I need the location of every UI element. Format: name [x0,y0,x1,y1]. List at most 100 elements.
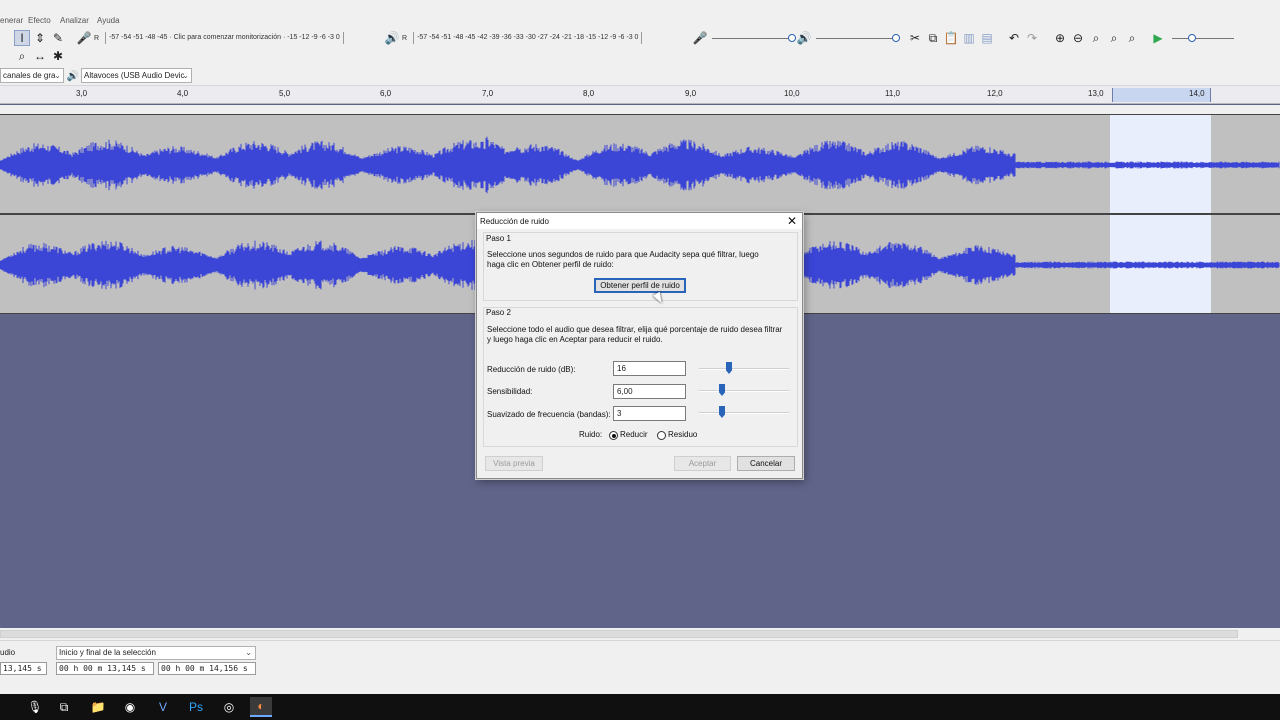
sensitivity-input[interactable]: 6,00 [613,384,686,399]
residue-radio-label[interactable]: Residuo [668,430,697,440]
step2-text-line1: Seleccione todo el audio que desea filtr… [487,325,783,334]
slider-thumb[interactable] [892,34,900,42]
frequency-smoothing-slider[interactable] [699,406,789,420]
menu-effect[interactable]: Efecto [28,16,51,25]
ruler-tick: 6,0 [380,89,392,98]
selection-tool-icon[interactable]: I [14,30,30,46]
slider-thumb[interactable] [719,384,725,396]
photoshop-icon[interactable]: Ps [185,697,207,717]
selection-start-value: 00 h 00 m 13,145 s [59,664,146,673]
channels-value: canales de gra [3,71,56,80]
ruler-tick: 5,0 [279,89,291,98]
ruler-tick: 10,0 [784,89,800,98]
slider-track [712,38,796,39]
zoom-tool-icon[interactable]: ⌕ [14,48,30,64]
cancel-button[interactable]: Cancelar [737,456,795,471]
speaker-volume-icon: 🔊 [796,31,812,45]
task-view-icon[interactable]: ⧉ [53,697,75,717]
chrome-icon[interactable]: ◉ [119,697,141,717]
speaker-icon[interactable]: 🔊 [384,30,400,46]
silence-icon[interactable]: ▤ [979,30,995,46]
sensitivity-value: 6,00 [617,387,633,396]
chevron-down-icon: ⌄ [182,71,189,80]
selection-mode-select[interactable]: Inicio y final de la selección ⌄ [56,646,256,660]
zoom-out-icon[interactable]: ⊖ [1070,30,1086,46]
ruler-tick: 13,0 [1088,89,1104,98]
selection-end-time[interactable]: 00 h 00 m 14,156 s [158,662,256,675]
get-noise-profile-button[interactable]: Obtener perfil de ruido [594,278,686,293]
noise-reduction-value: 16 [617,364,626,373]
step1-text-line1: Seleccione unos segundos de ruido para q… [487,250,759,259]
record-meter-letter: R [94,34,100,42]
playback-meter[interactable]: R -57 -54 -51 -48 -45 -42 -39 -36 -33 -3… [402,31,682,45]
chevron-down-icon: ⌄ [245,648,252,657]
record-meter-scale: -57 -54 -51 -48 -45 · Clic para comenzar… [105,32,344,44]
play-at-speed-icon[interactable]: ▶ [1150,30,1166,46]
copy-icon[interactable]: ⧉ [925,30,941,46]
menu-analyze[interactable]: Analizar [60,16,89,25]
step1-text-line2: haga clic en Obtener perfil de ruido: [487,260,614,269]
multi-tool-icon[interactable]: ✱ [50,48,66,64]
chevron-down-icon: ⌄ [54,71,61,80]
microphone-icon[interactable]: 🎤 [76,30,92,46]
paste-icon[interactable]: 📋 [943,30,959,46]
fit-selection-icon[interactable]: ⌕ [1088,30,1104,46]
recording-volume-slider[interactable] [712,33,796,43]
menu-help[interactable]: Ayuda [97,16,120,25]
ruler-tick: 4,0 [177,89,189,98]
selection-mode-value: Inicio y final de la selección [59,648,156,657]
timeshift-tool-icon[interactable]: ↔ [32,48,48,64]
reduce-radio[interactable] [609,431,618,440]
undo-icon[interactable]: ↶ [1006,30,1022,46]
file-explorer-icon[interactable]: 📁 [87,697,109,717]
ok-button[interactable]: Aceptar [674,456,731,471]
step1-label: Paso 1 [486,234,511,243]
noise-reduction-input[interactable]: 16 [613,361,686,376]
zoom-toggle-icon[interactable]: ⌕ [1124,30,1140,46]
slider-thumb[interactable] [788,34,796,42]
audacity-icon[interactable]: ◐ [250,697,272,717]
close-icon[interactable]: ✕ [786,214,798,228]
audio-position-time[interactable]: 13,145 s [0,662,47,675]
envelope-tool-icon[interactable]: ⇕ [32,30,48,46]
zoom-in-icon[interactable]: ⊕ [1052,30,1068,46]
output-device-select[interactable]: Altavoces (USB Audio Devic ⌄ [81,68,192,83]
fit-project-icon[interactable]: ⌕ [1106,30,1122,46]
menu-bar: enerar Efecto Analizar Ayuda [0,0,1280,28]
slider-thumb[interactable] [1188,34,1196,42]
residue-radio[interactable] [657,431,666,440]
ruler-tick: 3,0 [76,89,88,98]
slider-track [1172,38,1234,39]
frequency-smoothing-input[interactable]: 3 [613,406,686,421]
timeline-ruler[interactable]: 3,0 4,0 5,0 6,0 7,0 8,0 9,0 10,0 11,0 12… [0,86,1280,104]
channels-select[interactable]: canales de gra ⌄ [0,68,64,83]
scrollbar-thumb[interactable] [0,630,1238,638]
audio-track-left[interactable] [0,114,1280,214]
menu-generate[interactable]: enerar [0,16,23,25]
draw-tool-icon[interactable]: ✎ [50,30,66,46]
obs-icon[interactable]: ◎ [218,697,240,717]
horizontal-scrollbar[interactable] [0,628,1280,640]
record-meter[interactable]: R -57 -54 -51 -48 -45 · Clic para comenz… [94,31,374,45]
sensitivity-slider[interactable] [699,384,789,398]
trim-icon[interactable]: ▥ [961,30,977,46]
playback-volume-slider[interactable] [816,33,900,43]
visual-studio-icon[interactable]: V [152,697,174,717]
reduce-radio-label[interactable]: Reducir [620,430,648,440]
noise-reduction-slider[interactable] [699,362,789,376]
windows-taskbar: 🎙 ⧉ 📁 ◉ V Ps ◎ ◐ [0,694,1280,720]
slider-track [699,412,789,414]
microphone-icon[interactable]: 🎙 [24,697,46,717]
cut-icon[interactable]: ✂ [907,30,923,46]
frequency-smoothing-value: 3 [617,409,622,418]
preview-button[interactable]: Vista previa [485,456,543,471]
step2-text-line2: y luego haga clic en Aceptar para reduci… [487,335,663,344]
noise-mode-label: Ruido: [579,430,603,439]
selection-start-time[interactable]: 00 h 00 m 13,145 s [56,662,154,675]
slider-track [699,368,789,370]
slider-thumb[interactable] [726,362,732,374]
frequency-smoothing-label: Suavizado de frecuencia (bandas): [487,410,611,419]
slider-thumb[interactable] [719,406,725,418]
redo-icon[interactable]: ↷ [1024,30,1040,46]
play-speed-slider[interactable] [1172,33,1234,43]
